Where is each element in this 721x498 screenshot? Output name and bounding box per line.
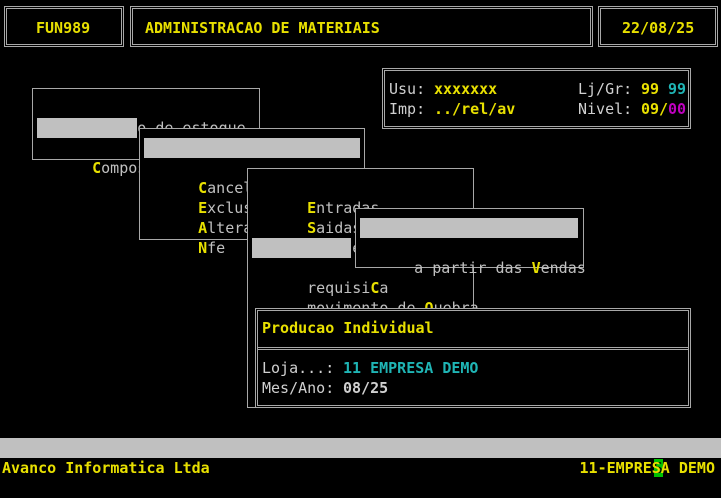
menu-item-saidas[interactable]: Saidas [271,198,361,237]
header-code-box: FUN989 [4,6,124,47]
branch-name: 11-EMPRESA DEMO [579,459,715,477]
menu-item-movimentacao[interactable]: û Movimenta [37,118,172,157]
producao-submenu: û Individual a partir das Vendas [355,208,586,277]
menu-item-producao[interactable]: û Producao [252,238,378,277]
mes-ano-field[interactable]: 08/25 [343,378,388,398]
menu-item-gestao-estoque[interactable]: gEstao de estoque [56,98,246,137]
menu-item-inclusao[interactable]: û Inclusao [144,138,360,177]
producao-individual-dialog: Producao Individual Loja...: 11 EMPRESA … [255,308,691,408]
usu-value: xxxxxxx [434,80,498,98]
imp-label: Imp: [389,100,426,118]
header-date-box: 22/08/25 [598,6,718,47]
header-date: 22/08/25 [622,19,695,37]
menu-item-entradas[interactable]: Entradas [271,178,379,217]
nivel-label: Nivel: [578,100,633,118]
mes-ano-label: Mes/Ano: [262,379,344,397]
dialog-divider [258,347,688,350]
nivel-separator: / [659,100,669,118]
menu-item-individual[interactable]: û Individual [360,218,578,257]
loja-value: 99 [641,80,660,98]
program-code: FUN989 [36,19,91,37]
confirm-row: Confirma? S (S/N) [527,438,717,477]
company-name: Avanco Informatica Ltda [2,459,210,477]
imp-value: ../rel/av [434,100,516,118]
dialog-title: Producao Individual [262,319,434,337]
loja-label: Loja...: [262,359,344,377]
nivel-value: 09 [641,100,660,118]
app-title: ADMINISTRACAO DE MATERIAIS [145,19,380,37]
ljgr-label: Lj/Gr: [578,80,633,98]
menu-item-a-partir-vendas[interactable]: a partir das Vendas [360,238,586,277]
header-title-box: ADMINISTRACAO DE MATERIAIS [130,6,593,47]
loja-field[interactable]: 11 EMPRESA DEMO [343,358,478,378]
user-info-box: Usu: xxxxxxx Lj/Gr: 99 99 Imp: ../rel/av… [382,68,691,129]
usu-label: Usu: [389,80,426,98]
menu-item-nfe[interactable]: Nfe [162,218,225,257]
confirm-bar: Confirma? S (S/N) [0,438,721,477]
grupo-value: 99 [668,80,687,98]
nivel-sub-value: 00 [668,100,687,118]
